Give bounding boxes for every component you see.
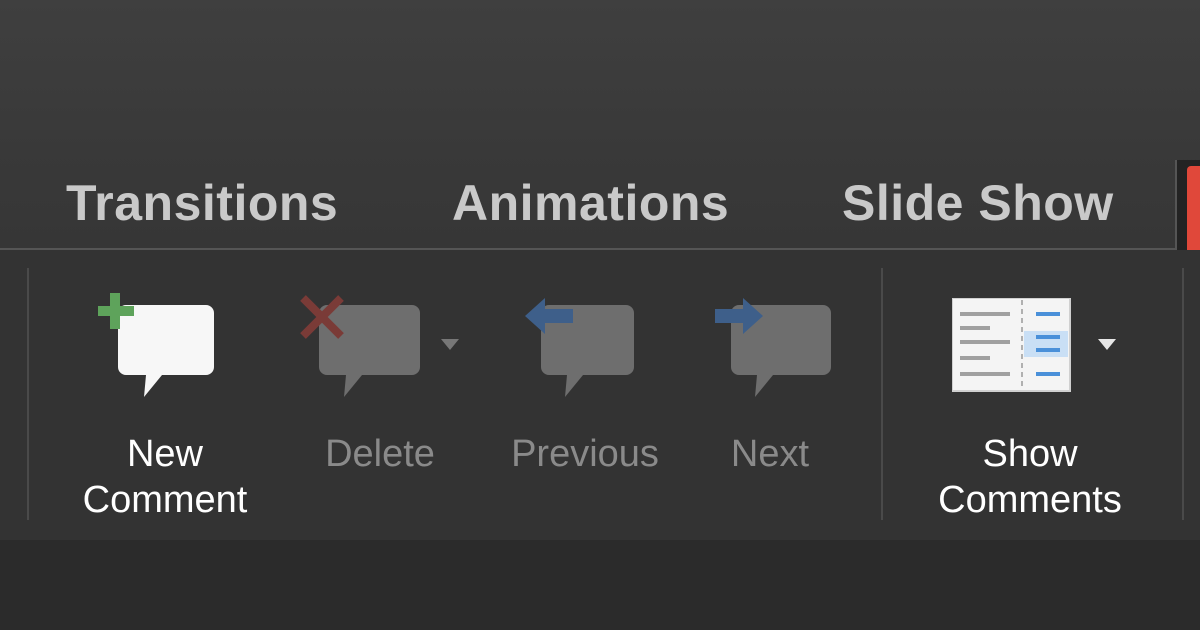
previous-comment-icon [525, 298, 634, 397]
next-label: Next [730, 433, 810, 475]
ribbon-separator [881, 268, 883, 520]
previous-comment-button[interactable]: Previous [495, 285, 675, 485]
delete-label: Delete [325, 433, 435, 475]
ribbon-tabs: Transitions Animations Slide Show [0, 160, 1200, 248]
show-comments-icon [952, 298, 1071, 392]
show-comments-button[interactable]: Show Comments [915, 285, 1145, 530]
chevron-down-icon[interactable] [1096, 337, 1118, 351]
ribbon-separator [1182, 268, 1184, 520]
ribbon-separator [27, 268, 29, 520]
tab-animations[interactable]: Animations [452, 174, 729, 232]
new-comment-button[interactable]: New Comment [60, 285, 270, 530]
next-comment-icon [715, 298, 831, 397]
chevron-down-icon [441, 339, 459, 350]
tab-transitions[interactable]: Transitions [66, 174, 338, 232]
next-comment-button[interactable]: Next [705, 285, 835, 485]
workspace-area [0, 540, 1200, 630]
delete-comment-button[interactable]: Delete [295, 285, 475, 485]
tab-slide-show[interactable]: Slide Show [842, 174, 1114, 232]
previous-label: Previous [511, 433, 659, 475]
new-comment-icon [98, 293, 214, 397]
new-comment-label-line2: Comment [82, 479, 248, 521]
delete-comment-icon [300, 295, 420, 397]
show-comments-label-line1: Show [982, 433, 1078, 475]
new-comment-label-line1: New [126, 433, 204, 475]
show-comments-label-line2: Comments [938, 479, 1122, 521]
tab-review-active[interactable] [1175, 160, 1200, 250]
